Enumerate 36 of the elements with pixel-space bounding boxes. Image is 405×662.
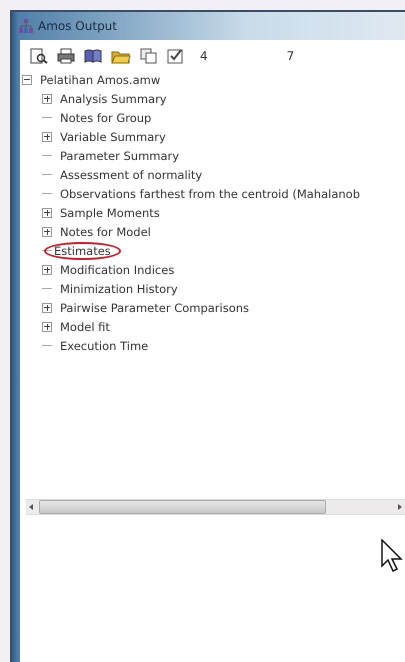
expand-toggle-icon[interactable]	[42, 322, 52, 332]
tree-item[interactable]: Analysis Summary	[58, 90, 169, 106]
tree-item[interactable]: Estimates	[44, 242, 121, 260]
scroll-thumb[interactable]	[39, 500, 326, 514]
tree-item[interactable]: Execution Time	[58, 338, 150, 354]
tree-item[interactable]: Notes for Model	[58, 224, 153, 240]
printer-icon[interactable]	[57, 48, 75, 64]
expand-toggle-icon[interactable]	[42, 132, 52, 142]
tree-item[interactable]: Minimization History	[58, 280, 180, 296]
expand-toggle-icon[interactable]	[42, 302, 52, 312]
toolbar-value: 4	[200, 49, 208, 63]
print-preview-icon[interactable]	[30, 48, 48, 64]
tree-item[interactable]: Model fit	[58, 318, 112, 334]
expand-toggle-icon[interactable]	[42, 226, 52, 236]
tree-item[interactable]: Pairwise Parameter Comparisons	[58, 300, 252, 316]
tree-item[interactable]: Pelatihan Amos.amw	[38, 72, 162, 88]
expand-toggle-icon[interactable]	[42, 208, 52, 218]
copy-icon[interactable]	[140, 48, 158, 64]
tree-item[interactable]: Notes for Group	[58, 110, 154, 126]
checklist-icon[interactable]	[167, 48, 185, 64]
expand-toggle-icon[interactable]	[42, 94, 52, 104]
tree-item[interactable]: Observations farthest from the centroid (Mahalanob	[58, 186, 362, 202]
tree-item[interactable]: Parameter Summary	[58, 148, 182, 164]
collapse-toggle-icon[interactable]	[22, 74, 32, 84]
scroll-right-icon[interactable]	[398, 504, 402, 510]
book-icon[interactable]	[84, 48, 102, 64]
tree-item[interactable]: Sample Moments	[58, 204, 162, 220]
network-icon	[18, 18, 34, 34]
expand-toggle-icon[interactable]	[42, 264, 52, 274]
horizontal-scrollbar[interactable]	[26, 499, 405, 515]
window-title: Amos Output	[38, 19, 117, 33]
tree-item[interactable]: Variable Summary	[58, 128, 168, 144]
toolbar-value: 7	[286, 49, 294, 63]
tree-item[interactable]: Modification Indices	[58, 262, 176, 278]
scroll-left-icon[interactable]	[29, 504, 33, 510]
tree-item[interactable]: Assessment of normality	[58, 166, 204, 182]
